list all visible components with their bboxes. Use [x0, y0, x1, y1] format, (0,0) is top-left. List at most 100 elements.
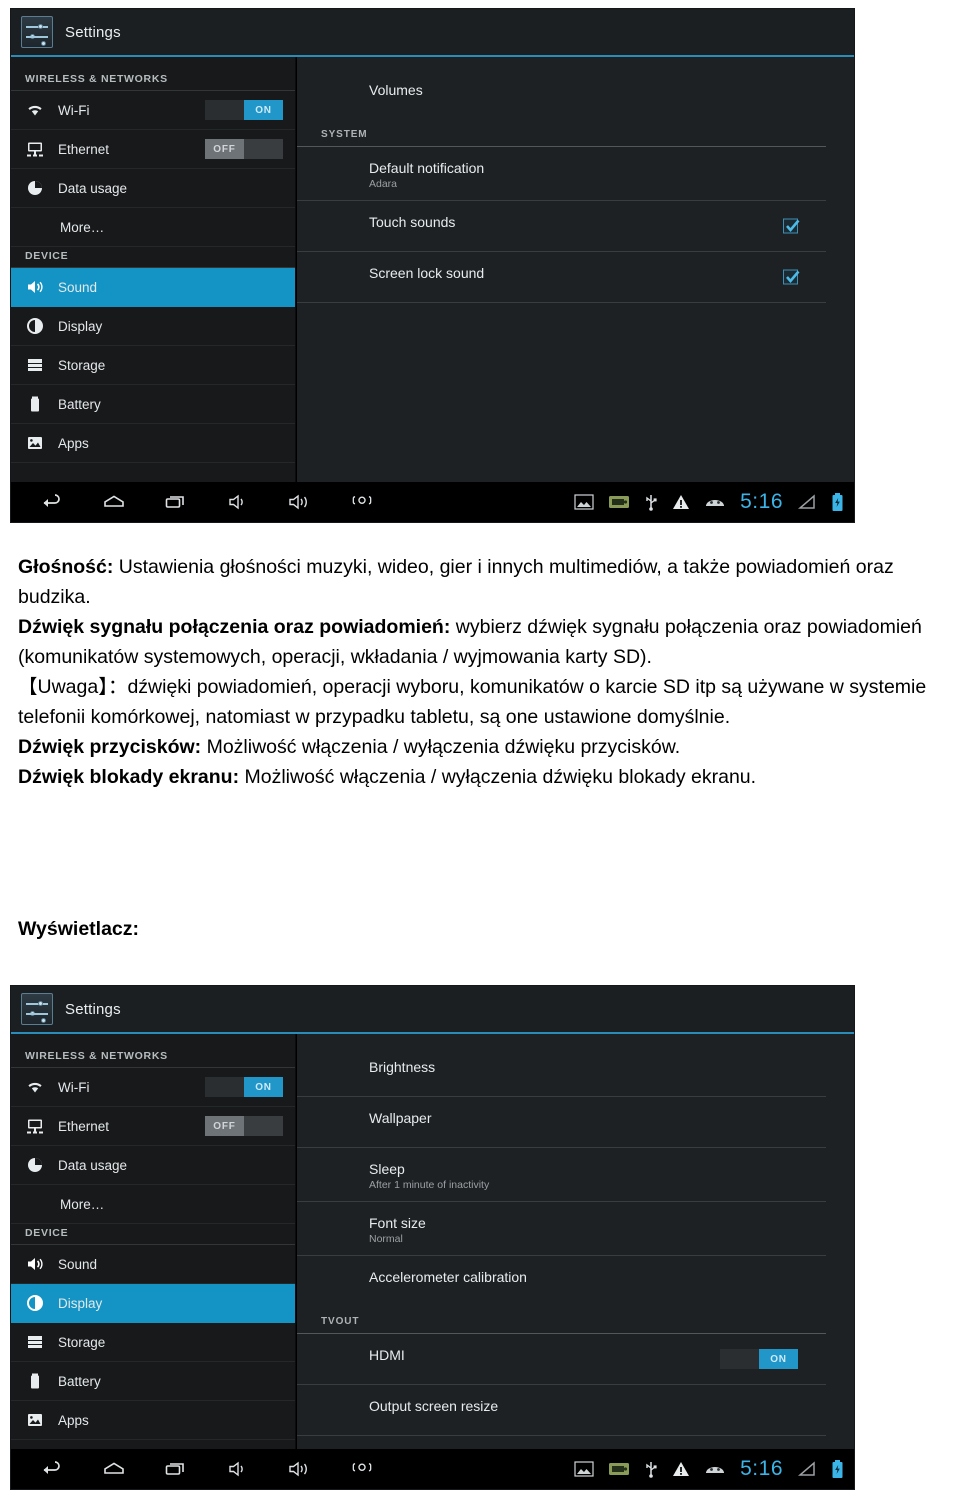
sidebar-item-display[interactable]: Display [11, 1284, 295, 1323]
warning-icon[interactable] [672, 1461, 690, 1477]
battery-charging-icon[interactable] [831, 492, 844, 512]
wifi-toggle[interactable]: ON [205, 1077, 283, 1097]
content-row-touch-sounds[interactable]: Touch sounds [297, 201, 826, 252]
sidebar-item-label: Ethernet [58, 1118, 110, 1134]
sidebar-item-more[interactable]: More… [11, 208, 295, 247]
screenshot-thumb-icon[interactable] [574, 1461, 594, 1477]
sidebar-item-label: More… [60, 219, 105, 235]
toggle-on-half: ON [244, 100, 283, 120]
content-row-accelerometer-calibration[interactable]: Accelerometer calibration [297, 1256, 826, 1307]
hdmi-toggle[interactable]: ON [720, 1349, 798, 1369]
back-icon[interactable] [39, 491, 65, 513]
toggle-off-half [205, 1077, 244, 1097]
usb-icon[interactable] [644, 493, 658, 511]
android-head-icon[interactable] [704, 1462, 726, 1476]
speaker-icon [25, 1254, 45, 1274]
sidebar-item-apps[interactable]: Apps [11, 424, 295, 463]
touch-sounds-checkbox[interactable] [783, 218, 800, 234]
row-title: Touch sounds [369, 214, 456, 230]
settings-content-display: Brightness Wallpaper Sleep After 1 minut… [296, 1034, 854, 1449]
home-icon[interactable] [101, 491, 127, 513]
sidebar-item-sound[interactable]: Sound [11, 268, 295, 307]
content-row-screen-lock-sound[interactable]: Screen lock sound [297, 252, 826, 303]
sd-card-icon[interactable] [608, 494, 630, 510]
app-titlebar: Settings [11, 986, 854, 1034]
content-row-sleep[interactable]: Sleep After 1 minute of inactivity [297, 1148, 826, 1202]
android-system-bar: 5:16 [11, 1449, 854, 1489]
toggle-off-half [720, 1349, 759, 1369]
signal-icon[interactable] [797, 1460, 817, 1478]
recents-icon[interactable] [163, 1458, 189, 1480]
sidebar-item-storage[interactable]: Storage [11, 346, 295, 385]
content-row-output-screen-resize[interactable]: Output screen resize [297, 1385, 826, 1436]
content-row-font-size[interactable]: Font size Normal [297, 1202, 826, 1256]
sidebar-item-battery[interactable]: Battery [11, 1362, 295, 1401]
sidebar-item-display[interactable]: Display [11, 307, 295, 346]
screenshot-icon[interactable] [349, 1458, 375, 1480]
signal-icon[interactable] [797, 493, 817, 511]
data-usage-pie-icon [25, 178, 45, 198]
android-head-icon[interactable] [704, 495, 726, 509]
paragraph-glosnosc: Głośność: Ustawienia głośności muzyki, w… [18, 552, 943, 612]
paragraph-dzwiek-przyciskow: Dźwięk przycisków: Możliwość włączenia /… [18, 732, 943, 762]
content-row-brightness[interactable]: Brightness [297, 1046, 826, 1097]
sidebar-item-label: Data usage [58, 180, 128, 196]
content-row-wallpaper[interactable]: Wallpaper [297, 1097, 826, 1148]
toggle-on-half [244, 139, 283, 159]
row-title: Default notification [369, 160, 485, 176]
sidebar-item-storage[interactable]: Storage [11, 1323, 295, 1362]
toggle-on-half: ON [244, 1077, 283, 1097]
brightness-icon [25, 1293, 45, 1313]
recents-icon[interactable] [163, 491, 189, 513]
home-icon[interactable] [101, 1458, 127, 1480]
battery-charging-icon[interactable] [831, 1459, 844, 1479]
sidebar-item-label: Apps [58, 435, 89, 451]
content-row-hdmi[interactable]: HDMI ON [297, 1334, 826, 1385]
paragraph-uwaga: 【Uwaga】：dźwięki powiadomień, operacji wy… [18, 672, 943, 732]
sidebar-item-wifi[interactable]: Wi-Fi ON [11, 91, 295, 130]
back-icon[interactable] [39, 1458, 65, 1480]
screenshot-icon[interactable] [349, 491, 375, 513]
sidebar-item-apps[interactable]: Apps [11, 1401, 295, 1440]
screenshot-thumb-icon[interactable] [574, 494, 594, 510]
sidebar-item-battery[interactable]: Battery [11, 385, 295, 424]
ethernet-toggle[interactable]: OFF [205, 1116, 283, 1136]
content-row-volumes[interactable]: Volumes [297, 69, 826, 120]
screen-lock-sound-checkbox[interactable] [783, 269, 800, 285]
sidebar-item-data-usage[interactable]: Data usage [11, 169, 295, 208]
row-title: Wallpaper [369, 1110, 432, 1126]
volume-up-icon[interactable] [287, 1458, 313, 1480]
volume-up-icon[interactable] [287, 491, 313, 513]
sidebar-group-wireless: WIRELESS & NETWORKS [11, 1047, 295, 1068]
row-title: Font size [369, 1215, 426, 1231]
paragraph-dzwiek-blokady: Dźwięk blokady ekranu: Możliwość włączen… [18, 762, 943, 792]
sidebar-item-data-usage[interactable]: Data usage [11, 1146, 295, 1185]
sidebar-item-ethernet[interactable]: Ethernet OFF [11, 1107, 295, 1146]
warning-icon[interactable] [672, 494, 690, 510]
sidebar-item-label: Ethernet [58, 141, 110, 157]
toggle-on-half: ON [759, 1349, 798, 1369]
content-row-default-notification[interactable]: Default notification Adara [297, 147, 826, 201]
battery-icon [25, 394, 45, 414]
content-group-system: SYSTEM [297, 120, 826, 147]
sidebar-item-more[interactable]: More… [11, 1185, 295, 1224]
volume-down-icon[interactable] [225, 491, 251, 513]
ethernet-icon [25, 1116, 45, 1136]
sidebar-item-sound[interactable]: Sound [11, 1245, 295, 1284]
android-screenshot-sound: Settings WIRELESS & NETWORKS Wi-Fi ON Et… [10, 8, 855, 523]
sd-card-icon[interactable] [608, 1461, 630, 1477]
sidebar-item-label: Display [58, 1295, 103, 1311]
row-subtitle: Normal [369, 1233, 403, 1245]
status-icon-group: 5:16 [574, 1457, 844, 1481]
paragraph-label: 【Uwaga】 [18, 676, 108, 698]
sidebar-item-wifi[interactable]: Wi-Fi ON [11, 1068, 295, 1107]
usb-icon[interactable] [644, 1460, 658, 1478]
paragraph-body: Ustawienia głośności muzyki, wideo, gier… [18, 556, 894, 608]
ethernet-icon [25, 139, 45, 159]
paragraph-label: Dźwięk blokady ekranu: [18, 766, 240, 788]
sidebar-item-ethernet[interactable]: Ethernet OFF [11, 130, 295, 169]
wifi-toggle[interactable]: ON [205, 100, 283, 120]
sidebar-item-label: Data usage [58, 1157, 128, 1173]
volume-down-icon[interactable] [225, 1458, 251, 1480]
ethernet-toggle[interactable]: OFF [205, 139, 283, 159]
